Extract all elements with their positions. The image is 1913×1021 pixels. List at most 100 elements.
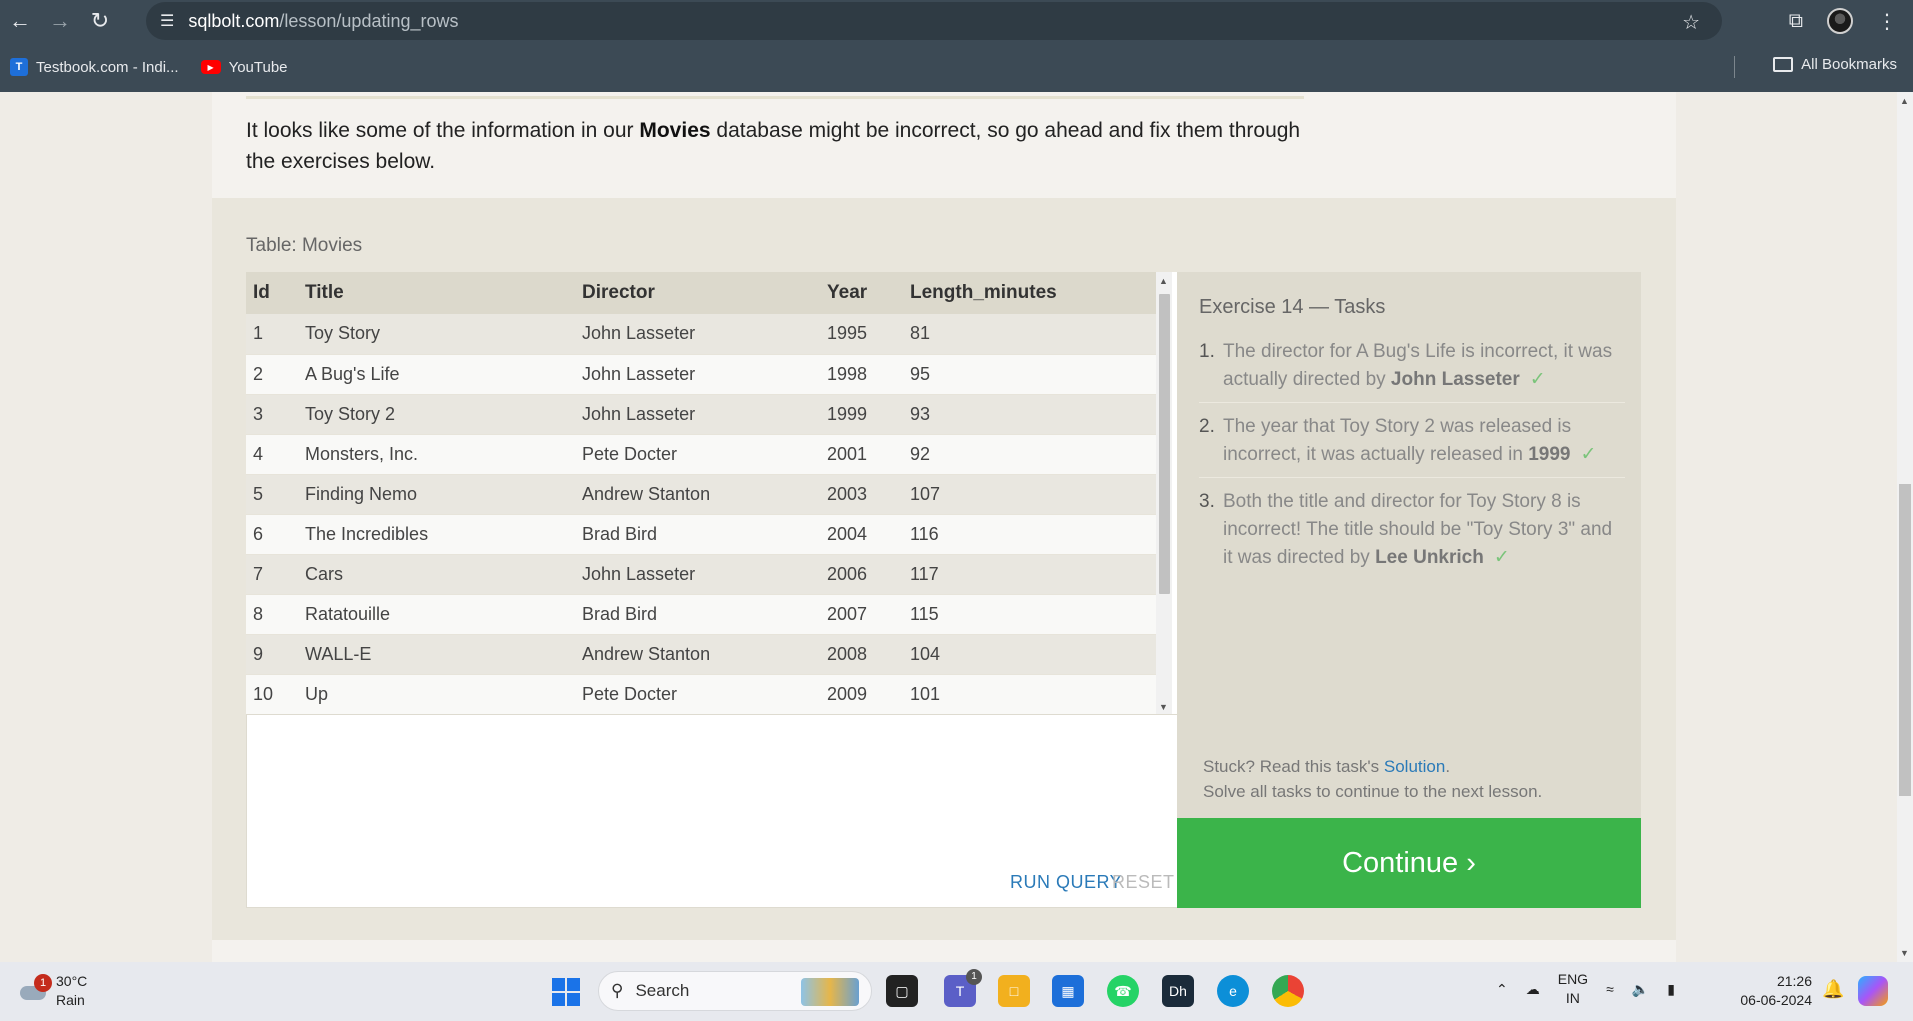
url-path: /lesson/updating_rows: [279, 10, 459, 31]
teams-icon[interactable]: T1: [944, 969, 982, 1007]
wifi-icon[interactable]: ≈: [1606, 981, 1614, 997]
search-label: Search: [635, 981, 690, 1000]
more-menu-icon[interactable]: ⋮: [1877, 9, 1897, 34]
table-cell: Andrew Stanton: [575, 634, 820, 675]
table-scrollbar[interactable]: ▲ ▼: [1156, 272, 1172, 714]
profile-avatar[interactable]: [1827, 8, 1853, 34]
table-cell: 93: [903, 394, 1166, 435]
task-number: 1.: [1199, 341, 1215, 362]
back-button[interactable]: ←: [0, 0, 40, 42]
task-answer: John Lasseter: [1390, 369, 1520, 390]
scroll-down-arrow-icon[interactable]: ▼: [1900, 948, 1909, 958]
task-item: 2. The year that Toy Story 2 was released…: [1199, 413, 1625, 478]
table-cell: Cars: [298, 554, 575, 595]
bookmarks-bar: T Testbook.com - Indi... ▶ YouTube All B…: [0, 42, 1913, 92]
task-number: 2.: [1199, 416, 1215, 437]
weather-desc: Rain: [56, 992, 85, 1008]
copilot-icon[interactable]: [1858, 976, 1888, 1006]
table-row: 2A Bug's Life John Lasseter 1998 95: [246, 354, 1166, 395]
table-cell: 1999: [820, 394, 903, 435]
clock[interactable]: 21:26 06-06-2024: [1730, 972, 1812, 1010]
language-indicator[interactable]: ENG IN: [1558, 970, 1588, 1008]
table-cell: Brad Bird: [575, 594, 820, 635]
onedrive-icon[interactable]: ☁: [1526, 981, 1540, 998]
task-answer: Lee Unkrich: [1375, 547, 1484, 568]
folder-icon: [1773, 57, 1794, 72]
microsoft-store-icon[interactable]: ▦: [1052, 975, 1084, 1007]
table-row: 3 Toy Story 2 John Lasseter 1999 93: [246, 394, 1166, 435]
table-cell: Monsters, Inc.: [298, 434, 575, 475]
tasks-panel: Exercise 14 — Tasks 1. The director for A…: [1177, 272, 1641, 818]
table-cell: 104: [903, 634, 1166, 675]
scroll-up-arrow-icon[interactable]: ▲: [1159, 276, 1168, 286]
table-cell: 9: [246, 634, 298, 675]
table-cell: 95: [903, 354, 1166, 395]
table-cell: 116: [903, 514, 1166, 555]
column-header: Length_minutes: [903, 272, 1166, 314]
volume-icon[interactable]: 🔈: [1632, 981, 1649, 998]
page-scrollbar-thumb[interactable]: [1899, 484, 1911, 796]
table-cell: 1995: [820, 314, 903, 355]
column-header: Title: [298, 272, 575, 314]
scrollbar-thumb[interactable]: [1159, 294, 1170, 594]
notification-bell-icon[interactable]: 🔔: [1822, 979, 1844, 1000]
checkmark-icon: ✓: [1529, 369, 1546, 390]
run-query-button[interactable]: RUN QUERY: [1010, 872, 1122, 893]
clock-date: 06-06-2024: [1740, 992, 1812, 1008]
table-cell: 5: [246, 474, 298, 515]
bookmark-testbook[interactable]: T Testbook.com - Indi...: [10, 58, 179, 76]
table-cell: Andrew Stanton: [575, 474, 820, 515]
chevron-up-icon[interactable]: ⌃: [1496, 981, 1508, 998]
intro-bold: Movies: [639, 119, 711, 142]
movies-table: Id Title Director Year Length_minutes 1T…: [246, 272, 1166, 715]
bookmark-star-icon[interactable]: ☆: [1682, 10, 1700, 35]
table-cell: 4: [246, 434, 298, 475]
stuck-help: Stuck? Read this task's Solution. Solve …: [1203, 754, 1542, 804]
scroll-down-arrow-icon[interactable]: ▼: [1159, 702, 1168, 712]
reload-button[interactable]: ↻: [80, 0, 120, 42]
lang-region: IN: [1565, 990, 1580, 1006]
table-cell: John Lasseter: [575, 354, 820, 395]
solve-all-text: Solve all tasks to continue to the next …: [1203, 782, 1543, 801]
page-viewport: It looks like some of the information in…: [0, 92, 1897, 962]
dh-app-icon[interactable]: Dh: [1162, 975, 1194, 1007]
table-row: 8 Ratatouille Brad Bird 2007 115: [246, 594, 1166, 635]
taskbar-search[interactable]: ⚲ Search: [598, 971, 872, 1011]
table-cell: The Incredibles: [298, 514, 575, 555]
task-answer: 1999: [1528, 444, 1571, 465]
movies-table-container[interactable]: Id Title Director Year Length_minutes 1T…: [246, 272, 1190, 715]
chrome-icon[interactable]: [1272, 975, 1304, 1007]
table-cell: Toy Story 2: [298, 394, 575, 435]
table-cell: John Lasseter: [575, 394, 820, 435]
table-row: 10 Up Pete Docter 2009 101: [246, 674, 1166, 715]
intro-section: It looks like some of the information in…: [212, 92, 1676, 198]
address-bar[interactable]: ☰ sqlbolt.com/lesson/updating_rows ☆: [146, 2, 1722, 40]
bookmark-youtube[interactable]: ▶ YouTube: [200, 58, 288, 76]
all-bookmarks-button[interactable]: All Bookmarks: [1773, 56, 1897, 73]
extensions-icon[interactable]: ⧉: [1789, 10, 1803, 33]
site-settings-icon[interactable]: ☰: [160, 11, 174, 31]
intro-paragraph: It looks like some of the information in…: [246, 115, 1306, 177]
file-explorer-icon[interactable]: □: [998, 975, 1030, 1007]
bookmark-label: YouTube: [228, 58, 288, 76]
windows-taskbar: 1 30°C Rain ⚲ Search ▢ T1 □ ▦ ☎ Dh e ⌃ ☁…: [0, 962, 1913, 1021]
scroll-up-arrow-icon[interactable]: ▲: [1900, 96, 1909, 106]
weather-widget[interactable]: 1 30°C Rain: [18, 972, 87, 1010]
next-section-edge: [212, 940, 1676, 962]
table-cell: 2003: [820, 474, 903, 515]
task-view-icon[interactable]: ▢: [886, 975, 918, 1007]
reset-button[interactable]: RESET: [1112, 872, 1175, 893]
column-header: Director: [575, 272, 820, 314]
task-description: The year that Toy Story 2 was released i…: [1223, 416, 1572, 465]
table-cell: 7: [246, 554, 298, 595]
table-cell: A Bug's Life: [298, 354, 575, 395]
battery-icon[interactable]: ▮: [1667, 981, 1675, 998]
forward-button[interactable]: →: [40, 0, 80, 42]
start-menu-icon[interactable]: [552, 978, 580, 1006]
solution-link[interactable]: Solution: [1384, 757, 1445, 776]
page-scrollbar[interactable]: ▲ ▼: [1897, 92, 1913, 962]
edge-icon[interactable]: e: [1217, 975, 1249, 1007]
continue-button[interactable]: Continue ›: [1177, 818, 1641, 908]
whatsapp-icon[interactable]: ☎: [1107, 975, 1139, 1007]
column-header: Year: [820, 272, 903, 314]
